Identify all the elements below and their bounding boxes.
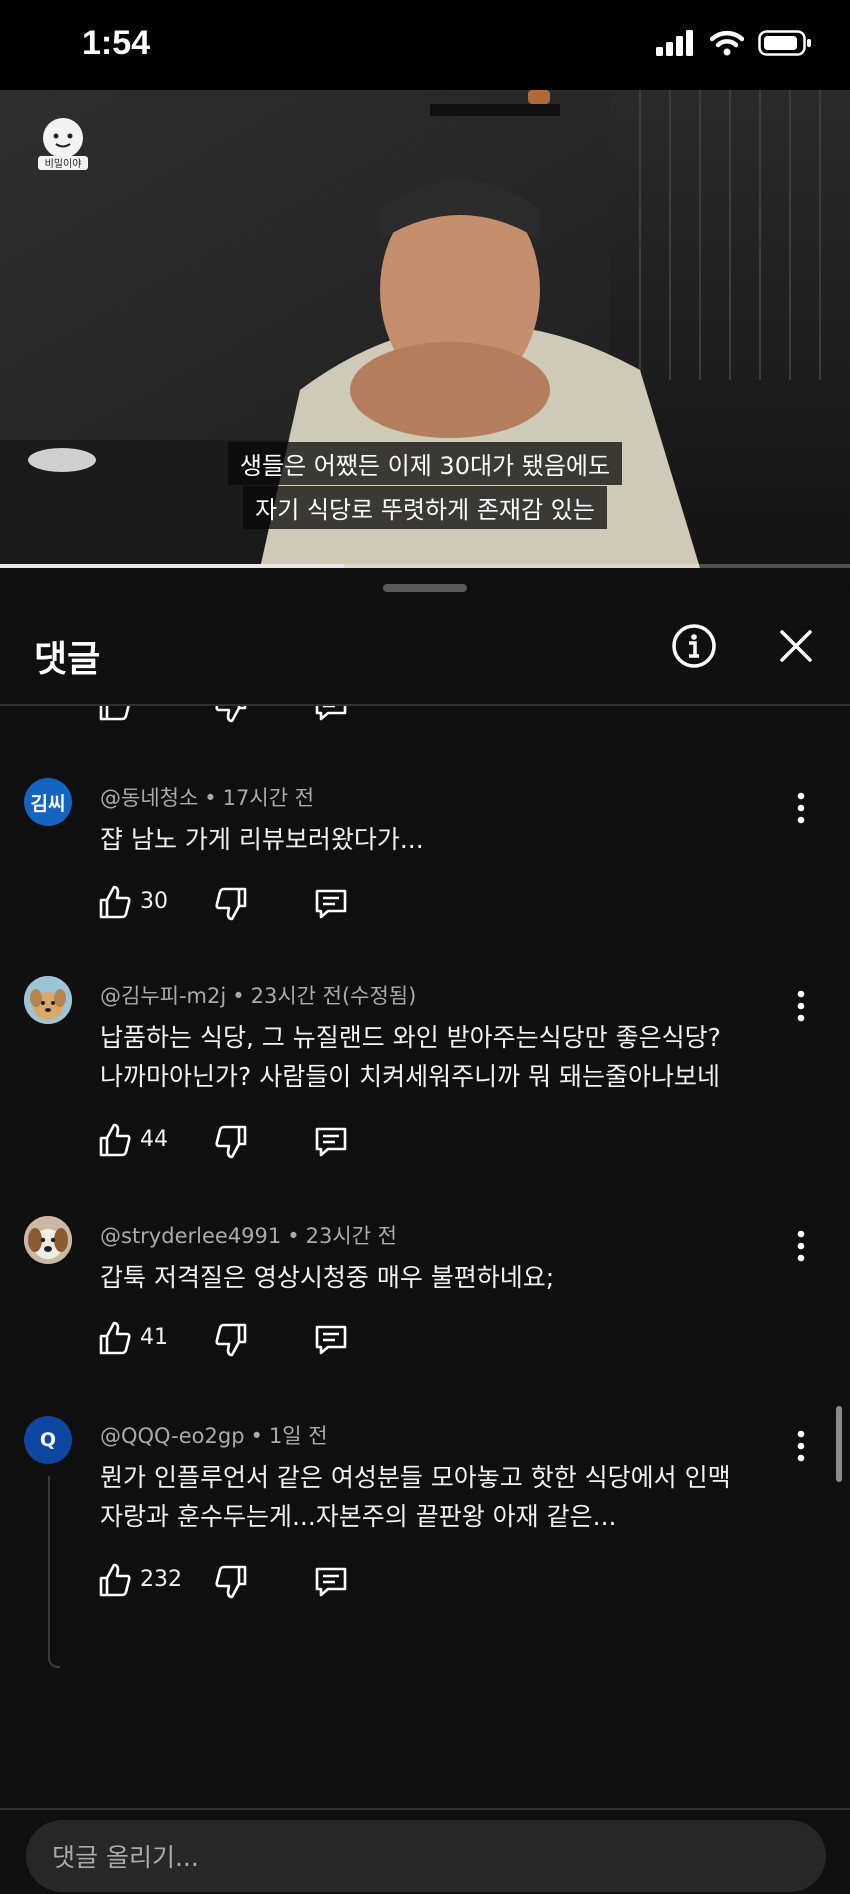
comment-actions: 30 [98, 884, 398, 924]
subtitle-line-1: 생들은 어쨌든 이제 30대가 됐음에도 [0, 442, 850, 485]
comment-time: 23시간 전(수정됨) [250, 984, 417, 1008]
comment-item: 김씨 @동네청소 • 17시간 전 쟙 남노 가게 리뷰보러왔다가... 30 [0, 778, 850, 938]
like-count: 30 [140, 889, 168, 914]
comment-body: 갑툭 저격질은 영상시청중 매우 불편하네요; [100, 1263, 555, 1292]
dog-avatar-icon [24, 976, 72, 1024]
reply-icon[interactable] [314, 1322, 348, 1358]
comment-item: @김누피-m2j • 23시간 전(수정됨) 납품하는 식당, 그 뉴질랜드 와인 … [0, 976, 850, 1176]
comments-title: 댓글 [34, 639, 101, 680]
wifi-icon [710, 30, 744, 56]
dislike-icon[interactable] [214, 1124, 248, 1160]
like-icon[interactable] [98, 1562, 132, 1598]
drag-handle[interactable] [383, 584, 467, 592]
more-options-icon[interactable] [786, 1224, 816, 1268]
like-icon[interactable] [98, 884, 132, 920]
comment-time: 23시간 전 [305, 1224, 397, 1248]
status-icons [656, 30, 812, 56]
video-progress-bar[interactable] [0, 564, 850, 568]
more-options-icon[interactable] [786, 786, 816, 830]
comment-actions: 232 [98, 1562, 398, 1602]
comment-author[interactable]: @김누피-m2j [100, 984, 226, 1008]
like-count: 232 [140, 1567, 182, 1592]
avatar[interactable] [24, 1216, 72, 1264]
dislike-icon[interactable] [214, 706, 248, 724]
previous-comment-actions [98, 706, 398, 726]
comment-body: 뭔가 인플루언서 같은 여성분들 모아놓고 핫한 식당에서 인맥 자랑과 훈수두는… [100, 1463, 731, 1531]
info-icon[interactable] [670, 622, 718, 670]
scrollbar[interactable] [836, 1406, 842, 1482]
status-bar: 1:54 [0, 0, 850, 90]
reply-icon[interactable] [314, 706, 348, 724]
comment-input[interactable] [50, 1820, 794, 1894]
more-options-icon[interactable] [786, 1424, 816, 1468]
battery-icon [758, 30, 811, 56]
comment-time: 17시간 전 [222, 786, 315, 810]
comments-sheet: 댓글 김씨 @동네청소 • 17시간 전 쟙 남노 가게 리뷰보러왔다가... 30 [0, 570, 850, 1894]
like-icon[interactable] [98, 1122, 132, 1158]
more-options-icon[interactable] [786, 984, 816, 1028]
input-divider [0, 1808, 850, 1810]
dislike-icon[interactable] [214, 1564, 248, 1600]
subtitle-line-2: 자기 식당로 뚜렷하게 존재감 있는 [0, 486, 850, 529]
video-progress-fill [0, 564, 345, 568]
avatar[interactable]: Q [24, 1416, 72, 1464]
comment-body: 납품하는 식당, 그 뉴질랜드 와인 받아주는식당만 좋은식당? 나까마아닌가? … [100, 1023, 721, 1091]
comment-list[interactable]: 김씨 @동네청소•17시간 전 쟙 남노 가게 리뷰보러왔다가... 30 [0, 706, 850, 1808]
comment-body: 쟙 남노 가게 리뷰보러왔다가... [100, 825, 424, 854]
avatar[interactable]: 김씨 [24, 778, 72, 826]
like-icon[interactable] [98, 1320, 132, 1356]
channel-logo: 비밀이야 [38, 118, 88, 170]
signal-icon [656, 30, 693, 56]
close-icon[interactable] [772, 622, 820, 670]
comment-actions: 41 [98, 1320, 398, 1360]
avatar[interactable] [24, 976, 72, 1024]
comment-item: Q @QQQ-eo2gp • 1일 전 뭔가 인플루언서 같은 여성분들 모아놓고 … [0, 1416, 850, 1676]
like-count: 41 [140, 1325, 168, 1350]
channel-logo-text: 비밀이야 [45, 158, 82, 170]
reply-thread-line [48, 1476, 60, 1668]
comment-input-box[interactable] [26, 1820, 826, 1894]
beagle-avatar-icon [24, 1216, 72, 1264]
status-time: 1:54 [82, 24, 151, 62]
comment-author[interactable]: @stryderlee4991 [100, 1224, 281, 1248]
comment-meta: @동네청소 • 17시간 전 [100, 786, 315, 810]
dislike-icon[interactable] [214, 1322, 248, 1358]
like-count: 44 [140, 1127, 168, 1152]
comment-author[interactable]: @동네청소 [100, 786, 198, 810]
comment-author[interactable]: @QQQ-eo2gp [100, 1424, 245, 1448]
dislike-icon[interactable] [214, 886, 248, 922]
reply-icon[interactable] [314, 1124, 348, 1160]
reply-icon[interactable] [314, 886, 348, 922]
comment-meta: @QQQ-eo2gp • 1일 전 [100, 1424, 328, 1448]
comment-meta: @김누피-m2j • 23시간 전(수정됨) [100, 984, 417, 1008]
comment-item: @stryderlee4991 • 23시간 전 갑툭 저격질은 영상시청중 매우 … [0, 1216, 850, 1376]
video-player[interactable]: 비밀이야 생들은 어쨌든 이제 30대가 됐음에도 자기 식당로 뚜렷하게 존재… [0, 90, 850, 568]
comment-actions: 44 [98, 1122, 398, 1162]
comment-time: 1일 전 [268, 1424, 328, 1448]
comment-meta: @stryderlee4991 • 23시간 전 [100, 1224, 397, 1248]
reply-icon[interactable] [314, 1564, 348, 1600]
like-icon[interactable] [98, 706, 132, 722]
